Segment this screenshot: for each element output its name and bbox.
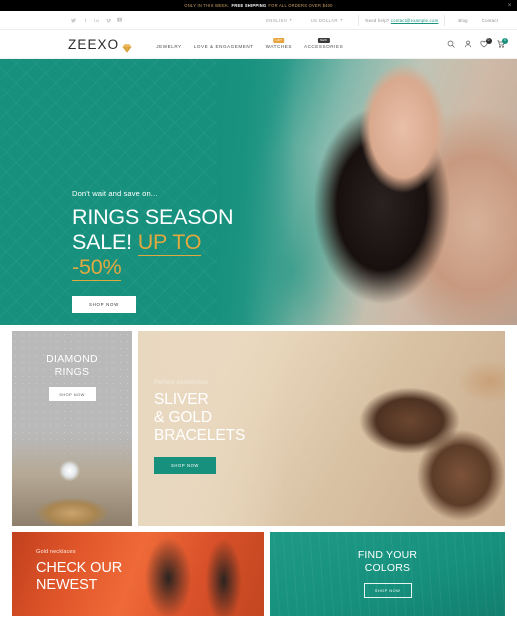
necklaces-line2: NEWEST (36, 577, 98, 593)
rings-product-image (12, 434, 132, 526)
promo-row-bottom: Gold necklaces CHECK OUR NEWEST FIND YOU… (12, 532, 505, 616)
header-icons: 0 0 (447, 37, 508, 49)
help-text: Need help? contact@example.com (365, 18, 438, 23)
bracelets-line2: & GOLD (154, 409, 212, 426)
nav-item-jewelry[interactable]: JEWELRY (156, 39, 181, 49)
rings-copy: DIAMOND RINGS SHOP NOW (12, 353, 132, 401)
currency-selector[interactable]: US DOLLAR ▼ (302, 18, 353, 23)
hero-line2: SALE! (72, 230, 132, 254)
bracelets-line3: BRACELETS (154, 427, 246, 444)
hero-shop-now-button[interactable]: SHOP NOW (72, 296, 136, 313)
nav-label: LOVE & ENGAGEMENT (193, 44, 254, 49)
bracelets-copy: Perfect connection SLIVER & GOLD BRACELE… (154, 379, 245, 474)
utility-bar: ENGLISH ▼ US DOLLAR ▼ Need help? contact… (0, 11, 517, 30)
chevron-down-icon: ▼ (289, 18, 293, 22)
nav-item-accessories[interactable]: NEW ACCESSORIES (303, 38, 344, 49)
search-icon[interactable] (447, 40, 456, 49)
bracelets-kicker: Perfect connection (154, 379, 208, 386)
chevron-down-icon: ▼ (339, 18, 344, 22)
cart-icon[interactable]: 0 (496, 37, 508, 49)
colors-copy: FIND YOUR COLORS SHOP NOW (270, 549, 505, 598)
contact-link[interactable]: Contact (475, 18, 505, 23)
hero-line1: RINGS SEASON (72, 205, 234, 229)
logo[interactable]: ZEEXO (68, 36, 132, 53)
vimeo-icon[interactable] (105, 17, 112, 24)
announcement-tail: FOR ALL ORDERS OVER $400 (268, 3, 333, 8)
utility-right: ENGLISH ▼ US DOLLAR ▼ Need help? contact… (257, 14, 505, 26)
promo-row-top: DIAMOND RINGS SHOP NOW Perfect connectio… (12, 331, 505, 526)
hero-gold-discount: -50% (72, 255, 122, 281)
hero-gold-up-to: UP TO (137, 230, 202, 256)
announcement-lead: ONLY IN THIS WEEK. (184, 3, 230, 8)
diamond-icon (122, 40, 132, 53)
necklaces-copy: Gold necklaces CHECK OUR NEWEST (36, 549, 122, 594)
rings-shop-now-button[interactable]: SHOP NOW (48, 387, 96, 401)
rings-line1: DIAMOND (46, 353, 98, 365)
nav-label: WATCHES (265, 44, 292, 49)
bracelets-line1: SLIVER (154, 391, 209, 408)
site-header: ZEEXO JEWELRY LOVE & ENGAGEMENT HOT WATC… (0, 30, 517, 59)
utility-divider (358, 14, 360, 26)
hero-kicker: Don't wait and save on... (72, 189, 158, 198)
promo-card-bracelets[interactable]: Perfect connection SLIVER & GOLD BRACELE… (138, 331, 505, 526)
announcement-bar: ONLY IN THIS WEEK. FREE SHIPPING FOR ALL… (0, 0, 517, 11)
hero-model-image (217, 59, 517, 325)
user-icon[interactable] (463, 40, 472, 49)
close-icon[interactable]: ✕ (508, 3, 512, 8)
language-selector[interactable]: ENGLISH ▼ (257, 18, 302, 23)
rings-line2: RINGS (54, 365, 90, 378)
nav-item-love-engagement[interactable]: LOVE & ENGAGEMENT (194, 39, 254, 49)
main-nav: JEWELRY LOVE & ENGAGEMENT HOT WATCHES NE… (156, 38, 344, 49)
help-label: Need help? (365, 17, 390, 23)
help-email-link[interactable]: contact@example.com (391, 18, 439, 23)
youtube-icon[interactable] (116, 17, 123, 24)
hero-title: RINGS SEASON SALE! UP TO -50% (72, 205, 234, 281)
nav-label: ACCESSORIES (303, 44, 344, 49)
heart-icon[interactable]: 0 (480, 37, 492, 49)
colors-line2: COLORS (364, 561, 411, 574)
nav-item-watches[interactable]: HOT WATCHES (265, 38, 292, 49)
promo-card-necklaces[interactable]: Gold necklaces CHECK OUR NEWEST (12, 532, 264, 616)
hero-banner: Don't wait and save on... RINGS SEASON S… (0, 59, 517, 325)
promo-card-diamond-rings[interactable]: DIAMOND RINGS SHOP NOW (12, 331, 132, 526)
blog-link[interactable]: Blog (451, 18, 474, 23)
hero-copy: Don't wait and save on... RINGS SEASON S… (72, 189, 233, 313)
bracelets-shop-now-button[interactable]: SHOP NOW (154, 457, 216, 474)
utility-divider (444, 14, 446, 26)
promo-card-find-your-colors[interactable]: FIND YOUR COLORS SHOP NOW (270, 532, 505, 616)
wishlist-count: 0 (485, 37, 492, 44)
nav-label: JEWELRY (156, 44, 182, 49)
linkedin-icon[interactable] (93, 17, 100, 24)
facebook-icon[interactable] (82, 17, 89, 24)
colors-line1: FIND YOUR (357, 549, 418, 561)
currency-value: US DOLLAR (310, 17, 338, 23)
cart-count: 0 (502, 37, 508, 44)
necklaces-line1: CHECK OUR (36, 560, 123, 576)
social-links (70, 17, 123, 24)
promo-grid: DIAMOND RINGS SHOP NOW Perfect connectio… (0, 325, 517, 616)
colors-shop-now-button[interactable]: SHOP NOW (363, 583, 412, 598)
necklaces-kicker: Gold necklaces (36, 549, 76, 555)
nav-badge-hot: HOT (273, 38, 285, 43)
logo-text: ZEEXO (68, 36, 120, 52)
twitter-icon[interactable] (70, 17, 77, 24)
nav-badge-new: NEW (317, 38, 330, 43)
announcement-highlight: FREE SHIPPING (231, 3, 267, 8)
language-value: ENGLISH (266, 17, 288, 23)
